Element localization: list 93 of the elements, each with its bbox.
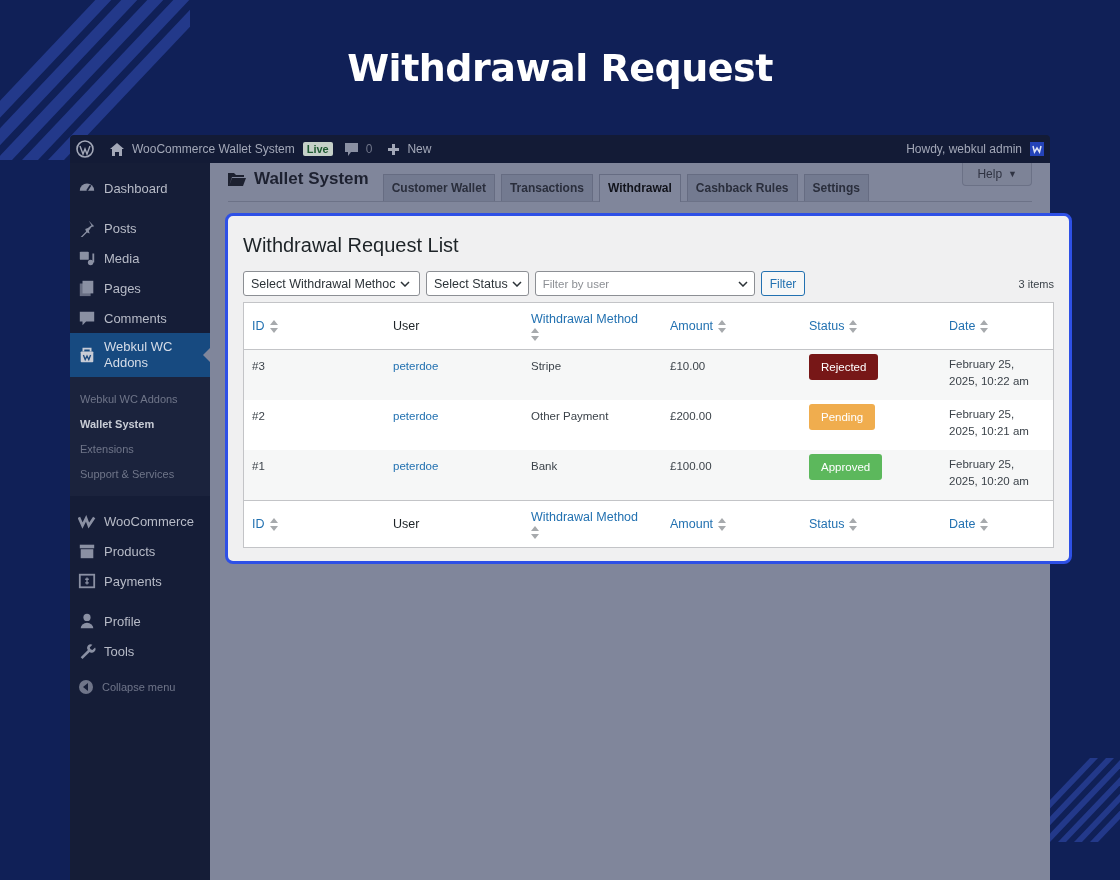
table-cell-text: £200.00 (669, 409, 713, 424)
column-header[interactable]: Amount (662, 517, 790, 531)
money-icon (78, 572, 96, 590)
chevron-icon (511, 280, 522, 287)
sidebar-item[interactable]: Posts (70, 213, 210, 243)
pages-icon (78, 279, 96, 297)
sidebar-item[interactable]: Dashboard (70, 173, 210, 203)
collapse-menu-link[interactable]: Collapse menu (102, 681, 176, 693)
item-count: 3 items (1018, 277, 1054, 290)
media-icon (78, 249, 96, 267)
submenu-item[interactable]: Support & Services (70, 461, 210, 486)
sidebar-item[interactable]: Products (70, 536, 210, 566)
user-link[interactable]: peterdoe (393, 360, 439, 372)
environment-badge: Live (302, 142, 333, 156)
column-header[interactable]: ID (244, 517, 372, 531)
new-link[interactable]: New (407, 142, 432, 156)
greeting[interactable]: Howdy, webkul admin (906, 142, 1022, 156)
chevron-icon (399, 280, 410, 287)
column-header[interactable]: Status (801, 517, 929, 531)
column-header[interactable]: Date (941, 319, 1053, 333)
headline: Withdrawal Request (347, 45, 773, 90)
sort-icon (718, 517, 727, 531)
submenu-item[interactable]: Wallet System (70, 411, 210, 436)
status-select[interactable]: Select Status (426, 271, 529, 296)
table-cell-text: February 25, 2025, 10:20 am (949, 457, 1030, 489)
column-header[interactable]: Status (801, 319, 929, 333)
column-header: User (392, 319, 421, 333)
status-badge: Rejected (809, 354, 879, 380)
wordpress-logo-icon[interactable] (76, 140, 94, 158)
archive-icon (78, 542, 96, 560)
column-header[interactable]: Withdrawal Method (523, 311, 651, 341)
sort-icon (718, 319, 727, 333)
submenu-item[interactable]: Extensions (70, 436, 210, 461)
method-select[interactable]: Select Withdrawal Methoc (243, 271, 420, 296)
person-icon (78, 612, 96, 630)
table-cell-text: Stripe (530, 359, 563, 374)
column-header[interactable]: Withdrawal Method (523, 509, 651, 539)
sort-icon (269, 319, 278, 333)
column-header: User (392, 517, 421, 531)
sidebar-item[interactable]: Webkul WC Addons (70, 333, 210, 377)
column-header[interactable]: ID (244, 319, 372, 333)
status-badge: Approved (809, 454, 883, 480)
sidebar-item[interactable]: Tools (70, 636, 210, 666)
table-cell-text: Other Payment (530, 409, 610, 424)
sort-icon (531, 525, 539, 539)
sidebar-item[interactable]: Profile (70, 606, 210, 636)
wrench-icon (78, 642, 96, 660)
table-cell-text: £10.00 (669, 359, 707, 374)
sort-icon (269, 517, 278, 531)
user-link[interactable]: peterdoe (393, 460, 439, 472)
table-cell-text: #3 (251, 359, 266, 374)
table-cell-text: Bank (530, 459, 559, 474)
status-badge: Pending (809, 404, 876, 430)
sort-icon (531, 327, 539, 341)
home-icon[interactable] (110, 142, 124, 156)
table-cell-text: February 25, 2025, 10:22 am (949, 357, 1030, 389)
comment-count: 0 (365, 142, 373, 156)
column-header[interactable]: Amount (662, 319, 790, 333)
table-cell-text: £100.00 (669, 459, 713, 474)
sort-icon (980, 319, 989, 333)
pin-icon (78, 219, 96, 237)
folder-icon (228, 172, 246, 186)
site-name[interactable]: WooCommerce Wallet System (132, 142, 295, 156)
tab[interactable]: Transactions (500, 174, 593, 201)
tab[interactable]: Customer Wallet (382, 174, 495, 201)
plus-icon[interactable] (388, 143, 400, 155)
user-link[interactable]: peterdoe (393, 410, 439, 422)
comment-icon (78, 309, 96, 327)
card-title: Withdrawal Request List (243, 234, 460, 257)
table-cell-text: #2 (251, 409, 266, 424)
sidebar-item[interactable]: Pages (70, 273, 210, 303)
table-cell-text: February 25, 2025, 10:21 am (949, 407, 1030, 439)
sidebar-item[interactable]: Payments (70, 566, 210, 596)
chevron-icon (737, 280, 748, 287)
filter-button[interactable]: Filter (760, 271, 806, 296)
sort-icon (849, 319, 858, 333)
sidebar-item[interactable]: WooCommerce (70, 506, 210, 536)
tab[interactable]: Settings (803, 174, 869, 201)
column-header[interactable]: Date (941, 517, 1053, 531)
table-cell-text: #1 (251, 459, 266, 474)
user-filter-field[interactable]: Filter by user (534, 271, 755, 296)
sidebar-item[interactable]: Comments (70, 303, 210, 333)
tab[interactable]: Withdrawal (598, 174, 681, 202)
collapse-icon[interactable] (78, 679, 94, 695)
tab[interactable]: Cashback Rules (686, 174, 798, 201)
sort-icon (980, 517, 989, 531)
basket-icon (78, 346, 96, 364)
help-button[interactable]: Help ▼ (962, 163, 1032, 186)
page-title: Wallet System (254, 169, 369, 189)
comment-icon[interactable] (344, 142, 358, 156)
sidebar-item[interactable]: Media (70, 243, 210, 273)
submenu-item[interactable]: Webkul WC Addons (70, 386, 210, 411)
sort-icon (849, 517, 858, 531)
